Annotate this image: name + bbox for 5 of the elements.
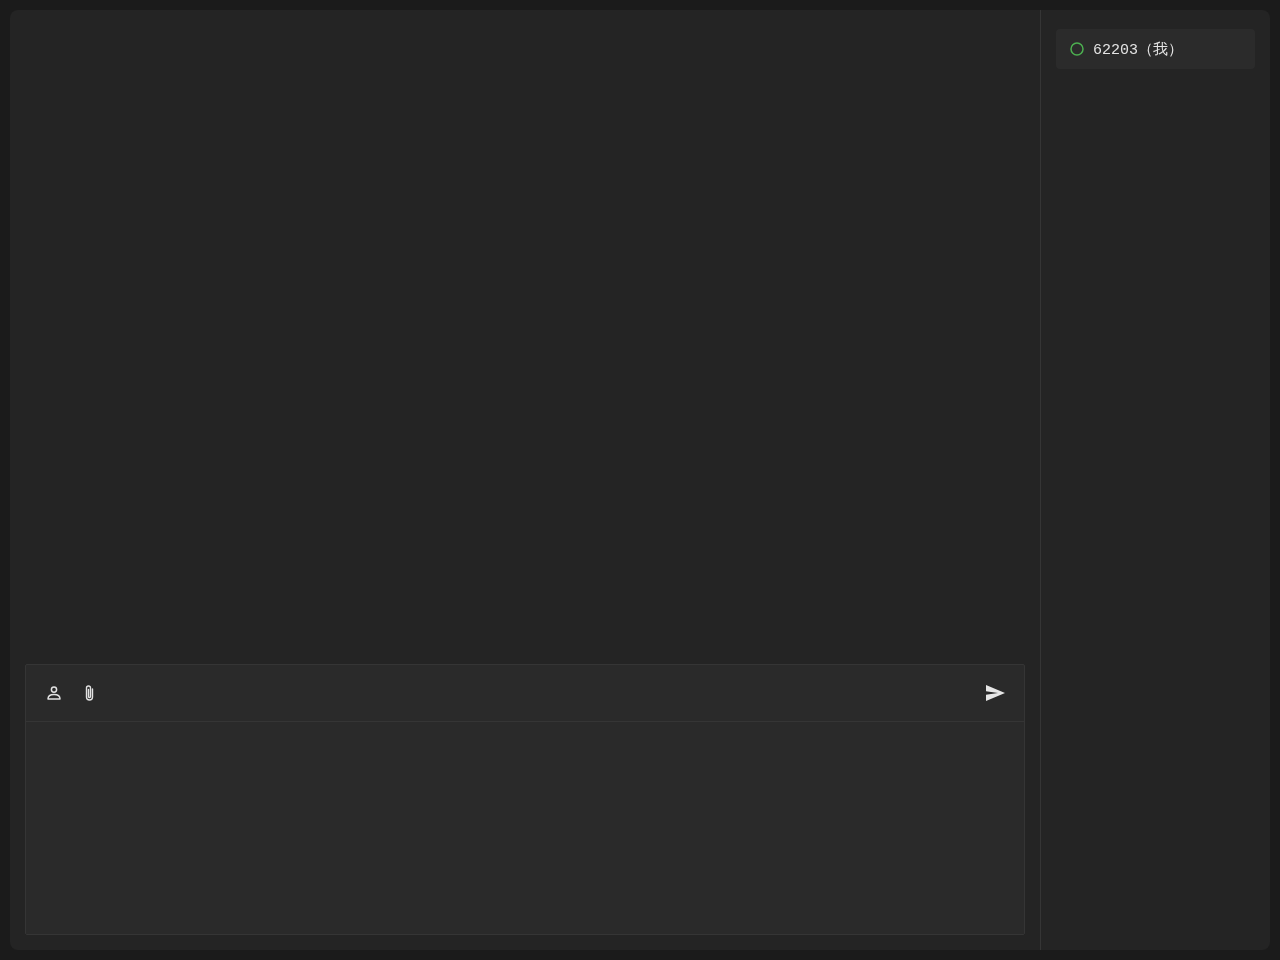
send-icon[interactable] bbox=[986, 685, 1005, 701]
user-list-item[interactable]: 62203（我） bbox=[1056, 29, 1255, 69]
paperclip-icon[interactable] bbox=[84, 684, 95, 702]
person-icon[interactable] bbox=[47, 686, 61, 700]
user-name: 62203（我） bbox=[1093, 40, 1183, 59]
